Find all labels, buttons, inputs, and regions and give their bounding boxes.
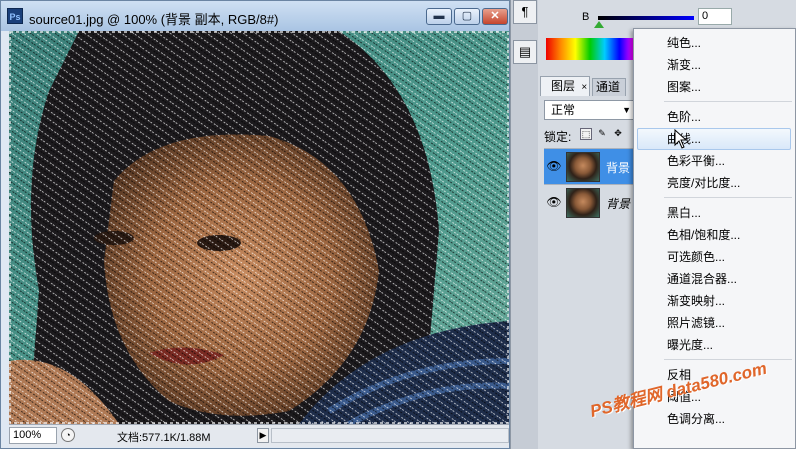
close-button[interactable]: ✕ — [482, 8, 508, 25]
paragraph-panel-icon[interactable]: ¶ — [513, 0, 537, 24]
photo-image — [9, 31, 509, 424]
document-size-info: 文档:577.1K/1.88M — [117, 432, 211, 444]
blend-mode-select[interactable]: 正常 ▼ — [544, 100, 636, 120]
menu-item-color-balance[interactable]: 色彩平衡... — [634, 150, 795, 172]
status-menu-arrow-icon[interactable]: ▶ — [257, 428, 269, 443]
minimize-button[interactable]: ▬ — [426, 8, 452, 25]
visibility-eye-icon[interactable]: 👁 — [546, 195, 562, 209]
blue-channel-value[interactable]: 0 — [698, 8, 732, 25]
menu-item-exposure[interactable]: 曝光度... — [634, 334, 795, 356]
menu-item-curves[interactable]: 曲线... — [637, 128, 791, 150]
visibility-eye-icon[interactable]: 👁 — [546, 159, 562, 173]
menu-item-gradient-map[interactable]: 渐变映射... — [634, 290, 795, 312]
menu-item-black-white[interactable]: 黑白... — [634, 202, 795, 224]
layer-thumbnail — [566, 188, 600, 218]
image-canvas[interactable] — [9, 31, 509, 424]
blend-mode-value: 正常 — [551, 103, 576, 117]
layer-row-background-copy[interactable]: 👁 背景 — [544, 148, 638, 184]
menu-item-hue-saturation[interactable]: 色相/饱和度... — [634, 224, 795, 246]
menu-item-pattern[interactable]: 图案... — [634, 76, 795, 98]
document-title-bar[interactable]: Ps source01.jpg @ 100% (背景 副本, RGB/8#) ▬… — [1, 1, 509, 31]
maximize-button[interactable]: ▢ — [454, 8, 480, 25]
menu-item-channel-mixer[interactable]: 通道混合器... — [634, 268, 795, 290]
tab-layers-label: 图层 — [551, 79, 576, 93]
menu-item-gradient[interactable]: 渐变... — [634, 54, 795, 76]
document-title: source01.jpg @ 100% (背景 副本, RGB/8#) — [29, 12, 279, 27]
menu-separator — [664, 101, 792, 102]
chevron-down-icon: ▼ — [622, 105, 631, 115]
menu-item-brightness-contrast[interactable]: 亮度/对比度... — [634, 172, 795, 194]
document-panel-icon[interactable]: ▤ — [513, 40, 537, 64]
layer-name: 背景 — [606, 197, 631, 211]
menu-separator — [664, 197, 792, 198]
layer-name: 背景 — [606, 161, 631, 175]
blue-channel-slider[interactable] — [598, 16, 694, 20]
menu-item-photo-filter[interactable]: 照片滤镜... — [634, 312, 795, 334]
tab-close-icon[interactable]: × — [581, 82, 587, 93]
lock-pixels-icon[interactable]: ✎ — [596, 128, 608, 140]
panel-dock-strip: ¶ ▤ — [510, 0, 539, 449]
document-window: Ps source01.jpg @ 100% (背景 副本, RGB/8#) ▬… — [0, 0, 510, 449]
lock-transparency-icon[interactable]: ⬚ — [580, 128, 592, 140]
menu-item-solid-color[interactable]: 纯色... — [634, 32, 795, 54]
blue-channel-label: B — [582, 11, 590, 23]
photoshop-icon: Ps — [7, 8, 23, 24]
status-info-icon[interactable]: ◔ — [61, 428, 75, 442]
layer-thumbnail — [566, 152, 600, 182]
tab-channels[interactable]: 通道 — [592, 78, 626, 96]
lock-position-icon[interactable]: ✥ — [612, 128, 624, 140]
mouse-pointer-icon — [674, 129, 688, 149]
status-bar: 100% ◔ 文档:577.1K/1.88M ▶ — [9, 424, 509, 447]
lock-label: 锁定: — [544, 130, 572, 144]
zoom-level-field[interactable]: 100% — [9, 427, 57, 444]
menu-item-selective-color[interactable]: 可选颜色... — [634, 246, 795, 268]
layer-row-background[interactable]: 👁 背景 — [544, 184, 638, 220]
horizontal-scrollbar[interactable] — [271, 428, 509, 443]
slider-thumb-icon[interactable] — [594, 21, 604, 28]
menu-item-posterize[interactable]: 色调分离... — [634, 408, 795, 430]
menu-separator — [664, 359, 792, 360]
menu-item-levels[interactable]: 色阶... — [634, 106, 795, 128]
color-spectrum-ramp[interactable] — [546, 38, 634, 60]
tab-layers[interactable]: 图层 × — [540, 76, 590, 96]
